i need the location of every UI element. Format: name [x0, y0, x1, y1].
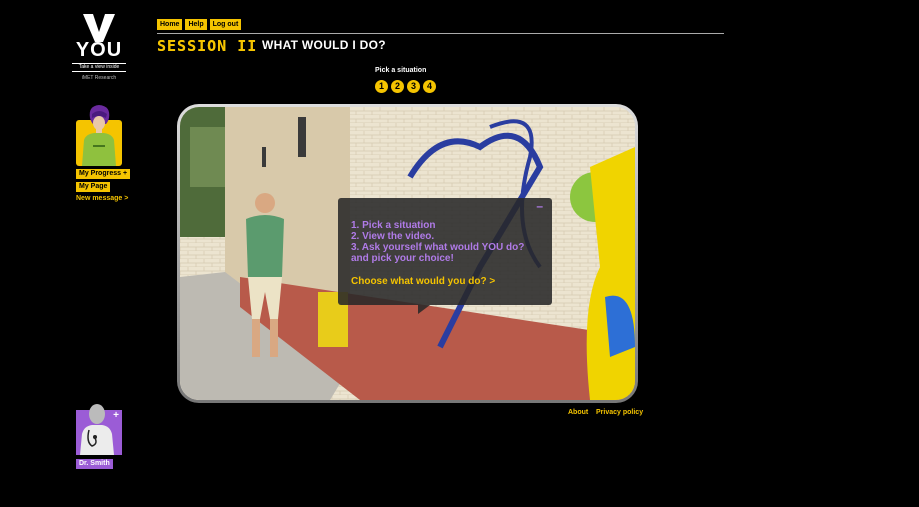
- situation-4-button[interactable]: 4: [423, 80, 436, 93]
- about-link[interactable]: About: [568, 409, 588, 416]
- new-message-link[interactable]: New message >: [76, 195, 128, 202]
- doctor-avatar[interactable]: +: [76, 400, 122, 456]
- doctor-figure-icon: [80, 404, 114, 455]
- help-button[interactable]: Help: [185, 19, 207, 30]
- top-nav: Home Help Log out: [157, 19, 242, 30]
- student-avatar[interactable]: [76, 104, 122, 166]
- page-title: WHAT WOULD I DO?: [262, 38, 386, 52]
- minimize-icon[interactable]: –: [536, 200, 543, 212]
- home-button[interactable]: Home: [157, 19, 183, 30]
- situation-picker: 1 2 3 4: [375, 80, 436, 93]
- situation-1-button[interactable]: 1: [375, 80, 388, 93]
- plus-icon: +: [113, 410, 119, 421]
- situation-3-button[interactable]: 3: [407, 80, 420, 93]
- logout-button[interactable]: Log out: [209, 19, 242, 30]
- instruction-step: 1. Pick a situation: [351, 220, 436, 231]
- instruction-step: and pick your choice!: [351, 253, 454, 264]
- situation-2-button[interactable]: 2: [391, 80, 404, 93]
- logo-v-mark: [83, 14, 115, 42]
- privacy-policy-link[interactable]: Privacy policy: [596, 409, 643, 416]
- my-progress-button[interactable]: My Progress +: [76, 169, 131, 179]
- student-figure-icon: [82, 105, 116, 166]
- my-page-button[interactable]: My Page: [76, 182, 111, 192]
- header-divider: [157, 33, 724, 34]
- logo-word: YOU: [75, 39, 123, 61]
- logo-org: iMET Research: [81, 75, 117, 81]
- overlay-tail: [418, 305, 430, 314]
- plus-icon: +: [122, 170, 128, 177]
- choose-action-link[interactable]: Choose what would you do? >: [351, 276, 495, 287]
- instruction-overlay: – 1. Pick a situation 2. View the video.…: [338, 198, 552, 314]
- situation-picker-label: Pick a situation: [375, 67, 427, 74]
- session-label: SESSION II: [157, 37, 258, 55]
- logo-tagline: Take a view inside: [72, 63, 126, 72]
- instruction-step: 3. Ask yourself what would YOU do?: [351, 242, 525, 253]
- doctor-name-button[interactable]: Dr. Smith: [76, 459, 113, 469]
- logo[interactable]: YOU Take a view inside iMET Research: [72, 14, 126, 81]
- instruction-steps: 1. Pick a situation 2. View the video. 3…: [351, 220, 524, 264]
- instruction-step: 2. View the video.: [351, 231, 435, 242]
